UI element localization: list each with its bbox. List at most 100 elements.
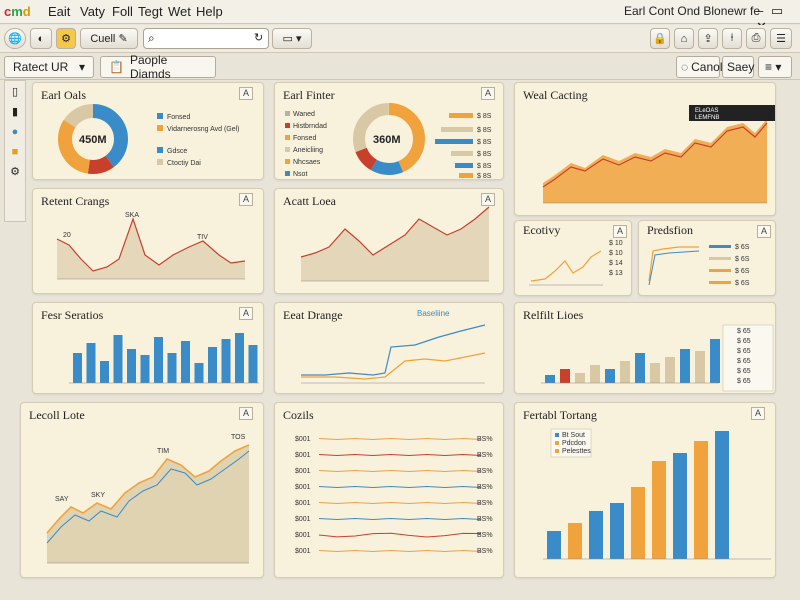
cloud-button[interactable]: Cuell ✎ — [80, 28, 138, 49]
bar — [652, 461, 666, 559]
line-area-chart — [300, 206, 490, 282]
legend-label: Nsot — [293, 171, 307, 178]
save-button[interactable]: Saey — [722, 56, 754, 78]
legend-label: Vidarnerosng Avd (Gel) — [167, 126, 240, 133]
tab-people-diagrams[interactable]: 📋 Paople Diamds — [100, 53, 216, 81]
report-select[interactable]: Ratect UR ▾ — [4, 56, 94, 78]
cancel-button[interactable]: ◌ Canol — [676, 56, 723, 78]
window-title: Earl Cont Ond Blonewr fe — [624, 4, 761, 18]
value-label: $ 14 — [609, 260, 623, 267]
area-chart: SAY SKY TIM TOS — [46, 434, 250, 564]
sidebar-gear-icon[interactable]: ⚙ — [8, 165, 22, 179]
data-label: 20 — [63, 232, 71, 239]
bar-label: $ 8S — [477, 151, 492, 158]
monitor-icon: ▭ — [282, 33, 293, 45]
bar-label: $ 8S — [477, 139, 492, 146]
menu-edit[interactable]: Eait — [48, 4, 70, 19]
legend-swatch — [285, 159, 290, 164]
legend-label: Histbrndad — [293, 123, 327, 130]
sidebar-globe-icon[interactable]: ● — [8, 125, 22, 139]
undo-icon: ◌ — [681, 60, 689, 74]
share-icon[interactable]: ⇪ — [698, 28, 718, 49]
search-input[interactable] — [162, 31, 252, 46]
row-label: BS% — [477, 468, 493, 475]
list-icon: ≡ — [765, 60, 773, 74]
donut-center-value: 360M — [373, 134, 401, 146]
legend-label: Nhcsaes — [293, 159, 321, 166]
pin-icon[interactable]: ⍿ — [722, 28, 742, 49]
menu-window[interactable]: Wet — [168, 4, 191, 19]
settings-icon[interactable]: ⚙ — [56, 28, 76, 49]
row-label: BS% — [477, 532, 493, 539]
legend-label: $ 65 — [737, 338, 751, 345]
menu-icon[interactable]: ☰ — [770, 28, 792, 49]
globe-icon[interactable]: 🌐 — [4, 28, 26, 49]
row-label: $001 — [295, 516, 311, 523]
bar — [459, 173, 473, 178]
bar — [610, 503, 624, 559]
menu-view[interactable]: Vaty — [80, 4, 105, 19]
bar — [568, 523, 582, 559]
back-icon[interactable]: ◐ — [30, 28, 52, 49]
bar — [113, 335, 123, 383]
card-relfilt-lioes: Relfilt Lioes $ 65 $ 65 $ 65 $ 65 $ 65 $… — [514, 302, 776, 394]
data-label: TIM — [157, 448, 169, 455]
area-series — [301, 207, 489, 281]
bar — [575, 373, 585, 383]
bar-label: $ 8S — [477, 163, 492, 170]
bar — [695, 351, 705, 383]
row-label: BS% — [477, 484, 493, 491]
bar — [710, 339, 720, 383]
bar-chart — [69, 333, 259, 384]
lock-icon[interactable]: 🔒 — [650, 28, 670, 49]
bar — [589, 511, 603, 559]
bar — [451, 151, 473, 156]
area-chart: ELeOAS LEMFNB — [542, 105, 775, 204]
value-label: $ 6S — [735, 244, 750, 251]
bar — [560, 369, 570, 383]
bar — [547, 531, 561, 559]
menu-help[interactable]: Help — [196, 4, 223, 19]
sidebar-edit-icon[interactable]: ■ — [8, 145, 22, 159]
bar — [194, 363, 204, 383]
menu-tests[interactable]: Tegt — [138, 4, 163, 19]
bar — [235, 333, 244, 383]
line-series — [318, 532, 482, 538]
legend-label: $ 65 — [737, 328, 751, 335]
card-fertabl-tortang: Fertabl Tortang A Bt Sout Pdcdon Pelestt… — [514, 402, 776, 578]
bar — [208, 347, 217, 383]
view-dropdown[interactable]: ▭ ▾ — [272, 28, 312, 49]
bar — [605, 369, 615, 383]
legend-label: Fonsed — [293, 135, 316, 142]
home-icon[interactable]: ⌂ — [674, 28, 694, 49]
menu-tools[interactable]: Foll — [112, 4, 133, 19]
line-series — [301, 324, 486, 376]
bar-chart: $ 65 $ 65 $ 65 $ 65 $ 65 $ 65 — [541, 324, 774, 392]
card-earl-oals: Earl Oals A 450M Fonsed Vidarnerosng Avd… — [32, 82, 264, 180]
legend-swatch — [555, 433, 559, 437]
options-dropdown[interactable]: ≡ ▾ — [758, 56, 792, 78]
print-icon[interactable]: ⎙ — [746, 28, 766, 49]
refresh-icon[interactable]: ↻ — [254, 31, 263, 44]
legend-label: Bt Sout — [562, 432, 585, 439]
line-series — [318, 437, 482, 441]
data-label: TIV — [197, 234, 208, 241]
bar — [248, 345, 258, 383]
card-retent-crangs: Retent Crangs A 20 SKA TIV — [32, 188, 264, 294]
legend-label: Ctoctiy Dai — [167, 160, 201, 167]
sidebar-document-icon[interactable]: ▯ — [8, 85, 22, 99]
line-series — [318, 549, 482, 553]
sidebar-phone-icon[interactable]: ▮ — [8, 105, 22, 119]
chevron-down-icon: ▾ — [295, 33, 302, 45]
card-lecoll-lote: Lecoll Lote A SAY SKY TIM TOS — [20, 402, 264, 578]
bar — [709, 281, 731, 284]
search-box[interactable]: ⌕ ↻ — [143, 28, 269, 49]
value-label: $ 6S — [735, 268, 750, 275]
bar — [441, 127, 473, 132]
row-label: $001 — [295, 500, 311, 507]
bar — [100, 361, 109, 383]
value-label: $ 10 — [609, 250, 623, 257]
sidebar: ▯ ▮ ● ■ ⚙ — [4, 80, 26, 222]
pencil-icon: ✎ — [118, 33, 128, 45]
legend-label: $ 65 — [737, 368, 751, 375]
